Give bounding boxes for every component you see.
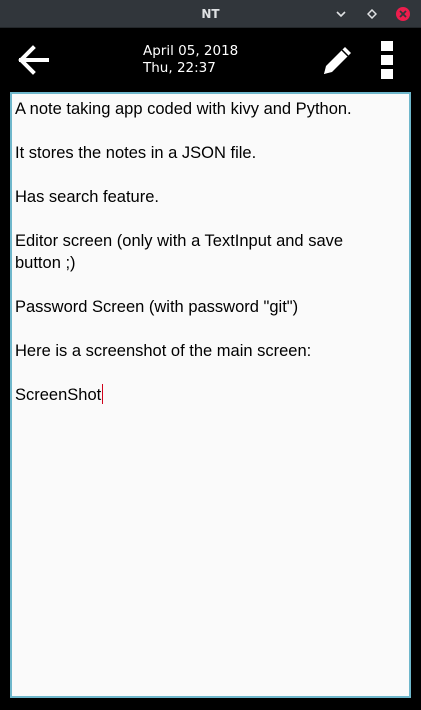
chevron-down-icon [336, 11, 346, 18]
note-line: A note taking app coded with kivy and Py… [15, 100, 352, 118]
note-datetime: April 05, 2018 Thu, 22:37 [143, 43, 238, 77]
note-line-text: ScreenShot [15, 386, 102, 404]
note-line: button ;) [15, 254, 76, 272]
note-line: Has search feature. [15, 188, 159, 206]
note-line: Password Screen (with password "git") [15, 298, 299, 316]
text-cursor [102, 384, 104, 404]
pencil-icon [324, 47, 351, 74]
menu-dot-icon [381, 55, 393, 65]
note-date: April 05, 2018 [143, 43, 239, 59]
restore-icon [367, 9, 377, 19]
note-line: It stores the notes in a JSON file. [15, 144, 257, 162]
arrow-left-icon [18, 45, 49, 75]
note-line-last: ScreenShot [15, 384, 405, 406]
edit-button[interactable] [320, 42, 356, 78]
window-title: NT [201, 7, 220, 21]
back-button[interactable] [16, 44, 50, 76]
note-line: Here is a screenshot of the main screen: [15, 342, 312, 360]
close-button[interactable] [396, 7, 410, 21]
minimize-button[interactable] [334, 7, 348, 21]
note-time: Thu, 22:37 [143, 60, 216, 76]
note-line: Editor screen (only with a TextInput and… [15, 232, 344, 250]
menu-button[interactable] [378, 41, 396, 79]
close-icon [399, 10, 407, 18]
menu-dot-icon [381, 69, 393, 79]
app-toolbar: April 05, 2018 Thu, 22:37 [0, 28, 421, 92]
menu-dot-icon [381, 41, 393, 51]
window-titlebar[interactable]: NT [0, 0, 421, 28]
restore-button[interactable] [365, 7, 379, 21]
note-text-input[interactable]: A note taking app coded with kivy and Py… [10, 92, 411, 698]
